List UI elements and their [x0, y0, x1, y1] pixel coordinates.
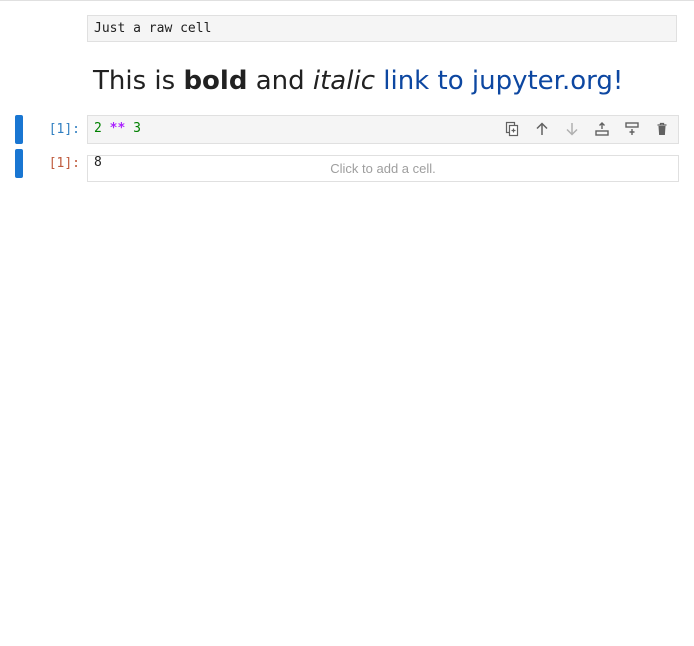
code-operator: ** [109, 121, 126, 136]
add-cell-label: Click to add a cell. [330, 161, 436, 176]
code-number-left: 2 [94, 121, 102, 136]
insert-cell-below-button[interactable] [622, 119, 642, 139]
jupyter-link[interactable]: link to jupyter.org! [383, 66, 623, 96]
duplicate-cell-button[interactable] [502, 119, 522, 139]
insert-above-icon [595, 122, 609, 136]
duplicate-icon [505, 121, 519, 137]
insert-below-icon [625, 122, 639, 135]
markdown-heading: This is bold and italic link to jupyter.… [93, 64, 623, 98]
move-cell-down-button[interactable] [562, 119, 582, 139]
cell-toolbar [502, 119, 672, 139]
code-cell-editor[interactable]: 2 ** 3 [87, 115, 679, 144]
code-number-right: 3 [133, 121, 141, 136]
arrow-down-icon [566, 123, 578, 136]
input-collapser[interactable] [15, 115, 23, 144]
raw-cell-text: Just a raw cell [94, 21, 212, 36]
output-prompt: [1]: [48, 156, 80, 171]
markdown-bold-text: bold [183, 66, 248, 96]
input-prompt: [1]: [48, 122, 80, 137]
insert-cell-above-button[interactable] [592, 119, 612, 139]
markdown-italic-text: italic [312, 66, 375, 96]
raw-cell[interactable]: Just a raw cell [87, 15, 677, 42]
arrow-up-icon [536, 122, 548, 135]
move-cell-up-button[interactable] [532, 119, 552, 139]
markdown-text-2: and [247, 66, 313, 96]
markdown-text-1: This is [93, 66, 184, 96]
delete-cell-button[interactable] [652, 119, 672, 139]
add-cell-button[interactable]: Click to add a cell. [87, 155, 679, 182]
output-collapser[interactable] [15, 149, 23, 178]
code-text: 2 ** 3 [94, 121, 141, 137]
trash-icon [657, 122, 667, 135]
